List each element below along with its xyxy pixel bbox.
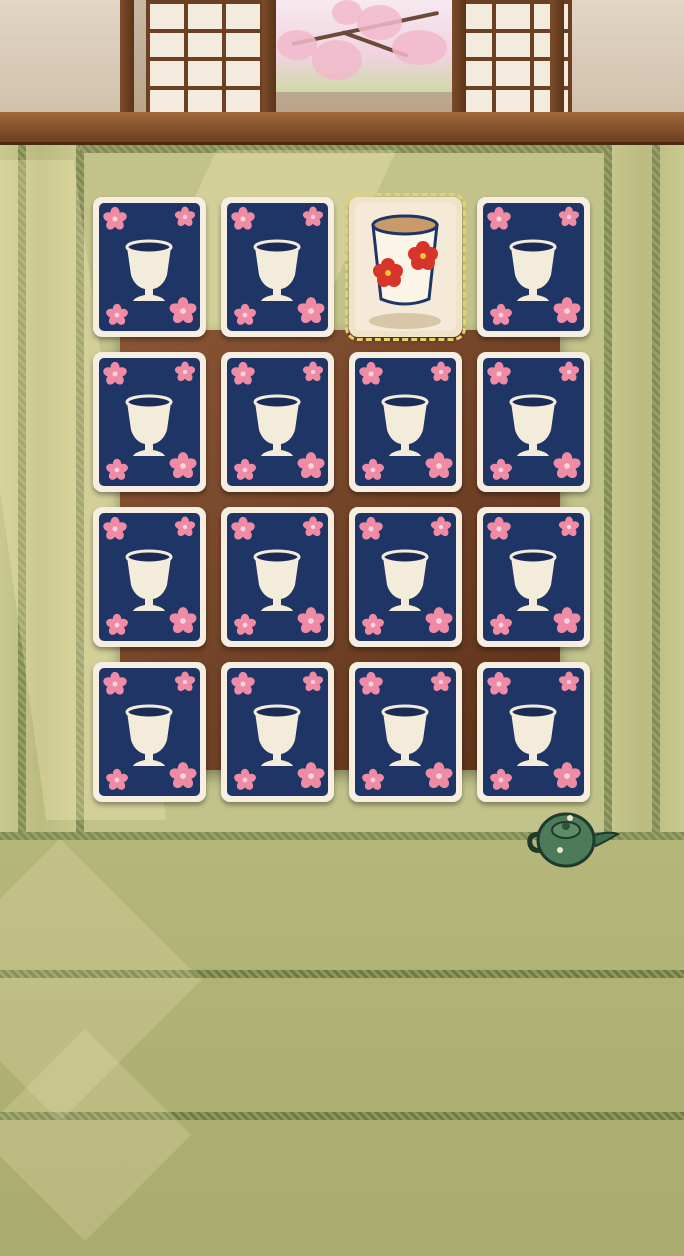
cup-icon xyxy=(231,671,325,790)
cup-icon xyxy=(231,206,325,325)
teapot-icon xyxy=(524,804,621,870)
card-back xyxy=(99,203,200,331)
memory-card[interactable] xyxy=(93,197,206,337)
card-back xyxy=(483,668,584,796)
card-back xyxy=(483,358,584,486)
memory-card[interactable] xyxy=(93,352,206,492)
memory-card[interactable] xyxy=(345,193,466,341)
card-back xyxy=(227,668,328,796)
memory-card[interactable] xyxy=(221,507,334,647)
wooden-lintel xyxy=(0,112,684,145)
memory-card[interactable] xyxy=(349,352,462,492)
card-front xyxy=(355,203,456,331)
cup-icon xyxy=(359,361,453,480)
cherry-blossom-window xyxy=(272,0,452,92)
card-back xyxy=(227,203,328,331)
tatami-strip xyxy=(604,145,684,840)
card-back xyxy=(99,513,200,641)
cup-icon xyxy=(487,361,581,480)
cup-icon xyxy=(103,361,197,480)
memory-card[interactable] xyxy=(477,507,590,647)
memory-card[interactable] xyxy=(93,662,206,802)
memory-card[interactable] xyxy=(477,352,590,492)
card-back xyxy=(355,668,456,796)
cup-icon xyxy=(487,516,581,635)
plum-blossom-teacup-icon xyxy=(369,214,441,329)
card-back xyxy=(99,358,200,486)
card-back xyxy=(99,668,200,796)
memory-card-board xyxy=(93,193,593,807)
memory-card[interactable] xyxy=(349,507,462,647)
shoji-screen-left xyxy=(146,0,264,118)
cup-icon xyxy=(231,516,325,635)
cup-icon xyxy=(103,516,197,635)
card-back xyxy=(355,358,456,486)
cup-icon xyxy=(103,206,197,325)
card-back xyxy=(355,513,456,641)
memory-card[interactable] xyxy=(221,352,334,492)
card-back xyxy=(483,203,584,331)
cup-icon xyxy=(231,361,325,480)
cup-icon xyxy=(359,671,453,790)
cup-icon xyxy=(359,516,453,635)
memory-card[interactable] xyxy=(349,662,462,802)
card-back xyxy=(227,358,328,486)
memory-card[interactable] xyxy=(221,197,334,337)
memory-card[interactable] xyxy=(477,197,590,337)
memory-card[interactable] xyxy=(93,507,206,647)
card-back xyxy=(227,513,328,641)
cup-icon xyxy=(487,671,581,790)
card-back xyxy=(483,513,584,641)
cup-icon xyxy=(487,206,581,325)
cup-icon xyxy=(103,671,197,790)
memory-card[interactable] xyxy=(221,662,334,802)
memory-card[interactable] xyxy=(477,662,590,802)
